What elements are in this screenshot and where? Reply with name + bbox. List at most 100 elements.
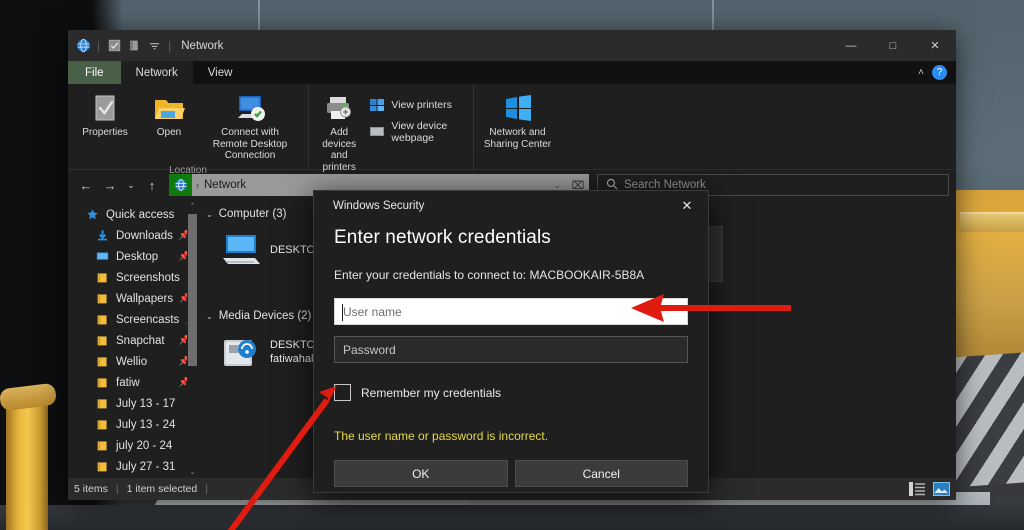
close-button[interactable]: ✕ xyxy=(914,30,956,61)
ribbon-panel: Properties Open Connect with Remote Desk… xyxy=(68,84,956,170)
view-printers-icon xyxy=(369,97,385,113)
qat-divider-2: | xyxy=(168,39,171,53)
password-input[interactable]: Password xyxy=(334,336,688,363)
sidebar-item-desktop[interactable]: Desktop 📌 xyxy=(68,246,198,267)
yellow-bollard xyxy=(6,398,48,530)
open-button[interactable]: Open xyxy=(138,89,200,142)
large-icons-view-button[interactable] xyxy=(933,482,950,497)
connect-remote-desktop-button[interactable]: Connect with Remote Desktop Connection xyxy=(202,89,298,165)
sidebar-item-quick-access[interactable]: Quick access xyxy=(68,204,198,225)
scrollbar-thumb[interactable] xyxy=(188,214,197,366)
ribbon-group-network: Add devices and printers View printers V… xyxy=(308,84,473,169)
view-device-webpage-label: View device webpage xyxy=(391,120,463,144)
folder-icon xyxy=(96,355,110,369)
network-globe-icon[interactable] xyxy=(75,38,91,54)
yellow-machine-top xyxy=(960,212,1024,232)
properties-label: Properties xyxy=(82,127,128,139)
qat-divider: | xyxy=(97,39,100,53)
printer-add-icon xyxy=(323,92,355,124)
tab-file[interactable]: File xyxy=(68,61,121,84)
folder-icon xyxy=(96,292,110,306)
chevron-down-icon[interactable]: ⌄ xyxy=(206,210,213,219)
scroll-down-icon[interactable]: ⌄ xyxy=(187,466,198,478)
ribbon-group-network-items: Add devices and printers View printers V… xyxy=(315,84,467,176)
sidebar-item-downloads[interactable]: Downloads 📌 xyxy=(68,225,198,246)
windows-security-dialog: Windows Security ✕ Enter network credent… xyxy=(313,190,709,493)
sidebar-item-july-13-24[interactable]: July 13 - 24 xyxy=(68,414,198,435)
sidebar-item-july-27-31[interactable]: July 27 - 31 xyxy=(68,456,198,477)
view-printers-button[interactable]: View printers xyxy=(365,95,467,115)
sidebar-item-label: Wellio xyxy=(116,356,147,368)
sidebar-item-label: Screenshots xyxy=(116,272,180,284)
close-icon[interactable]: ✕ xyxy=(666,191,708,221)
connect-remote-desktop-label: Connect with Remote Desktop Connection xyxy=(203,127,297,162)
ribbon-group-location-items: Properties Open Connect with Remote Desk… xyxy=(74,84,302,165)
group-header-label: Media Devices (2) xyxy=(219,310,312,322)
tab-view[interactable]: View xyxy=(193,61,248,84)
chevron-down-icon[interactable]: ⌄ xyxy=(206,312,213,321)
minimize-button[interactable]: — xyxy=(830,30,872,61)
quick-access-toolbar[interactable]: | | Network xyxy=(68,38,223,54)
username-input[interactable]: User name xyxy=(334,298,688,325)
scroll-up-icon[interactable]: ⌃ xyxy=(187,200,198,212)
help-icon[interactable]: ? xyxy=(932,65,947,80)
sidebar-item-label: Quick access xyxy=(106,209,174,221)
breadcrumb-network[interactable]: Network xyxy=(204,179,246,191)
sidebar-item-label: july 20 - 24 xyxy=(116,440,172,452)
ok-button[interactable]: OK xyxy=(334,460,508,487)
selection-count: 1 item selected xyxy=(127,483,198,495)
dialog-titlebar[interactable]: Windows Security ✕ xyxy=(314,191,708,221)
view-device-webpage-button[interactable]: View device webpage xyxy=(365,118,467,146)
network-and-sharing-center-label: Network and Sharing Center xyxy=(481,127,554,150)
downloads-icon xyxy=(96,229,110,243)
tab-network[interactable]: Network xyxy=(121,61,193,84)
sidebar-item-label: July 13 - 17 xyxy=(116,398,175,410)
network-and-sharing-center-button[interactable]: Network and Sharing Center xyxy=(480,89,555,153)
open-folder-icon xyxy=(153,92,185,124)
chevron-down-icon[interactable]: ⌄ xyxy=(553,180,567,191)
yellow-bollard-cap xyxy=(0,383,57,412)
details-view-button[interactable] xyxy=(909,482,926,497)
sidebar-item-screenshots[interactable]: Screenshots 📌 xyxy=(68,267,198,288)
new-folder-icon[interactable] xyxy=(126,38,142,54)
folder-icon xyxy=(96,397,110,411)
customize-dropdown-icon[interactable] xyxy=(146,38,162,54)
ribbon-right-controls[interactable]: ˄ ? xyxy=(918,61,956,84)
sidebar-item-snapchat[interactable]: Snapchat 📌 xyxy=(68,330,198,351)
network-sharing-center-icon xyxy=(502,92,534,124)
folder-icon xyxy=(96,460,110,474)
cancel-button[interactable]: Cancel xyxy=(515,460,689,487)
properties-check-icon[interactable] xyxy=(106,38,122,54)
window-title: Network xyxy=(181,40,223,52)
star-icon xyxy=(86,208,100,222)
view-mode-buttons[interactable] xyxy=(909,482,950,497)
password-placeholder: Password xyxy=(343,343,396,357)
folder-icon xyxy=(96,313,110,327)
open-label: Open xyxy=(157,127,181,139)
folder-icon xyxy=(96,376,110,390)
maximize-button[interactable]: □ xyxy=(872,30,914,61)
add-devices-and-printers-button[interactable]: Add devices and printers xyxy=(315,89,363,176)
window-titlebar[interactable]: | | Network — □ ✕ xyxy=(68,30,956,61)
properties-button[interactable]: Properties xyxy=(74,89,136,142)
sidebar-item-july-13-17[interactable]: July 13 - 17 xyxy=(68,393,198,414)
properties-check-icon xyxy=(89,92,121,124)
status-separator: | xyxy=(116,483,119,495)
sidebar-scrollbar[interactable]: ⌃ ⌄ xyxy=(187,200,198,478)
navigation-pane[interactable]: Quick access Downloads 📌 Desktop 📌 Scree… xyxy=(68,200,198,478)
collapse-ribbon-icon[interactable]: ˄ xyxy=(918,67,924,78)
window-controls[interactable]: — □ ✕ xyxy=(830,30,956,61)
remember-credentials-checkbox[interactable] xyxy=(334,384,351,401)
sidebar-item-july-20-24[interactable]: july 20 - 24 xyxy=(68,435,198,456)
view-printers-label: View printers xyxy=(391,99,452,111)
ribbon-tab-strip[interactable]: File Network View ˄ ? xyxy=(68,61,956,84)
hazard-striped-block xyxy=(952,352,1024,487)
sidebar-item-fatiw[interactable]: fatiw 📌 xyxy=(68,372,198,393)
breadcrumb-separator: › xyxy=(196,180,199,190)
sidebar-item-label: Snapchat xyxy=(116,335,165,347)
text-caret xyxy=(342,304,343,321)
sidebar-item-screencasts[interactable]: Screencasts 📌 xyxy=(68,309,198,330)
sidebar-item-wellio[interactable]: Wellio 📌 xyxy=(68,351,198,372)
remember-credentials-row[interactable]: Remember my credentials xyxy=(334,384,688,401)
sidebar-item-wallpapers[interactable]: Wallpapers 📌 xyxy=(68,288,198,309)
